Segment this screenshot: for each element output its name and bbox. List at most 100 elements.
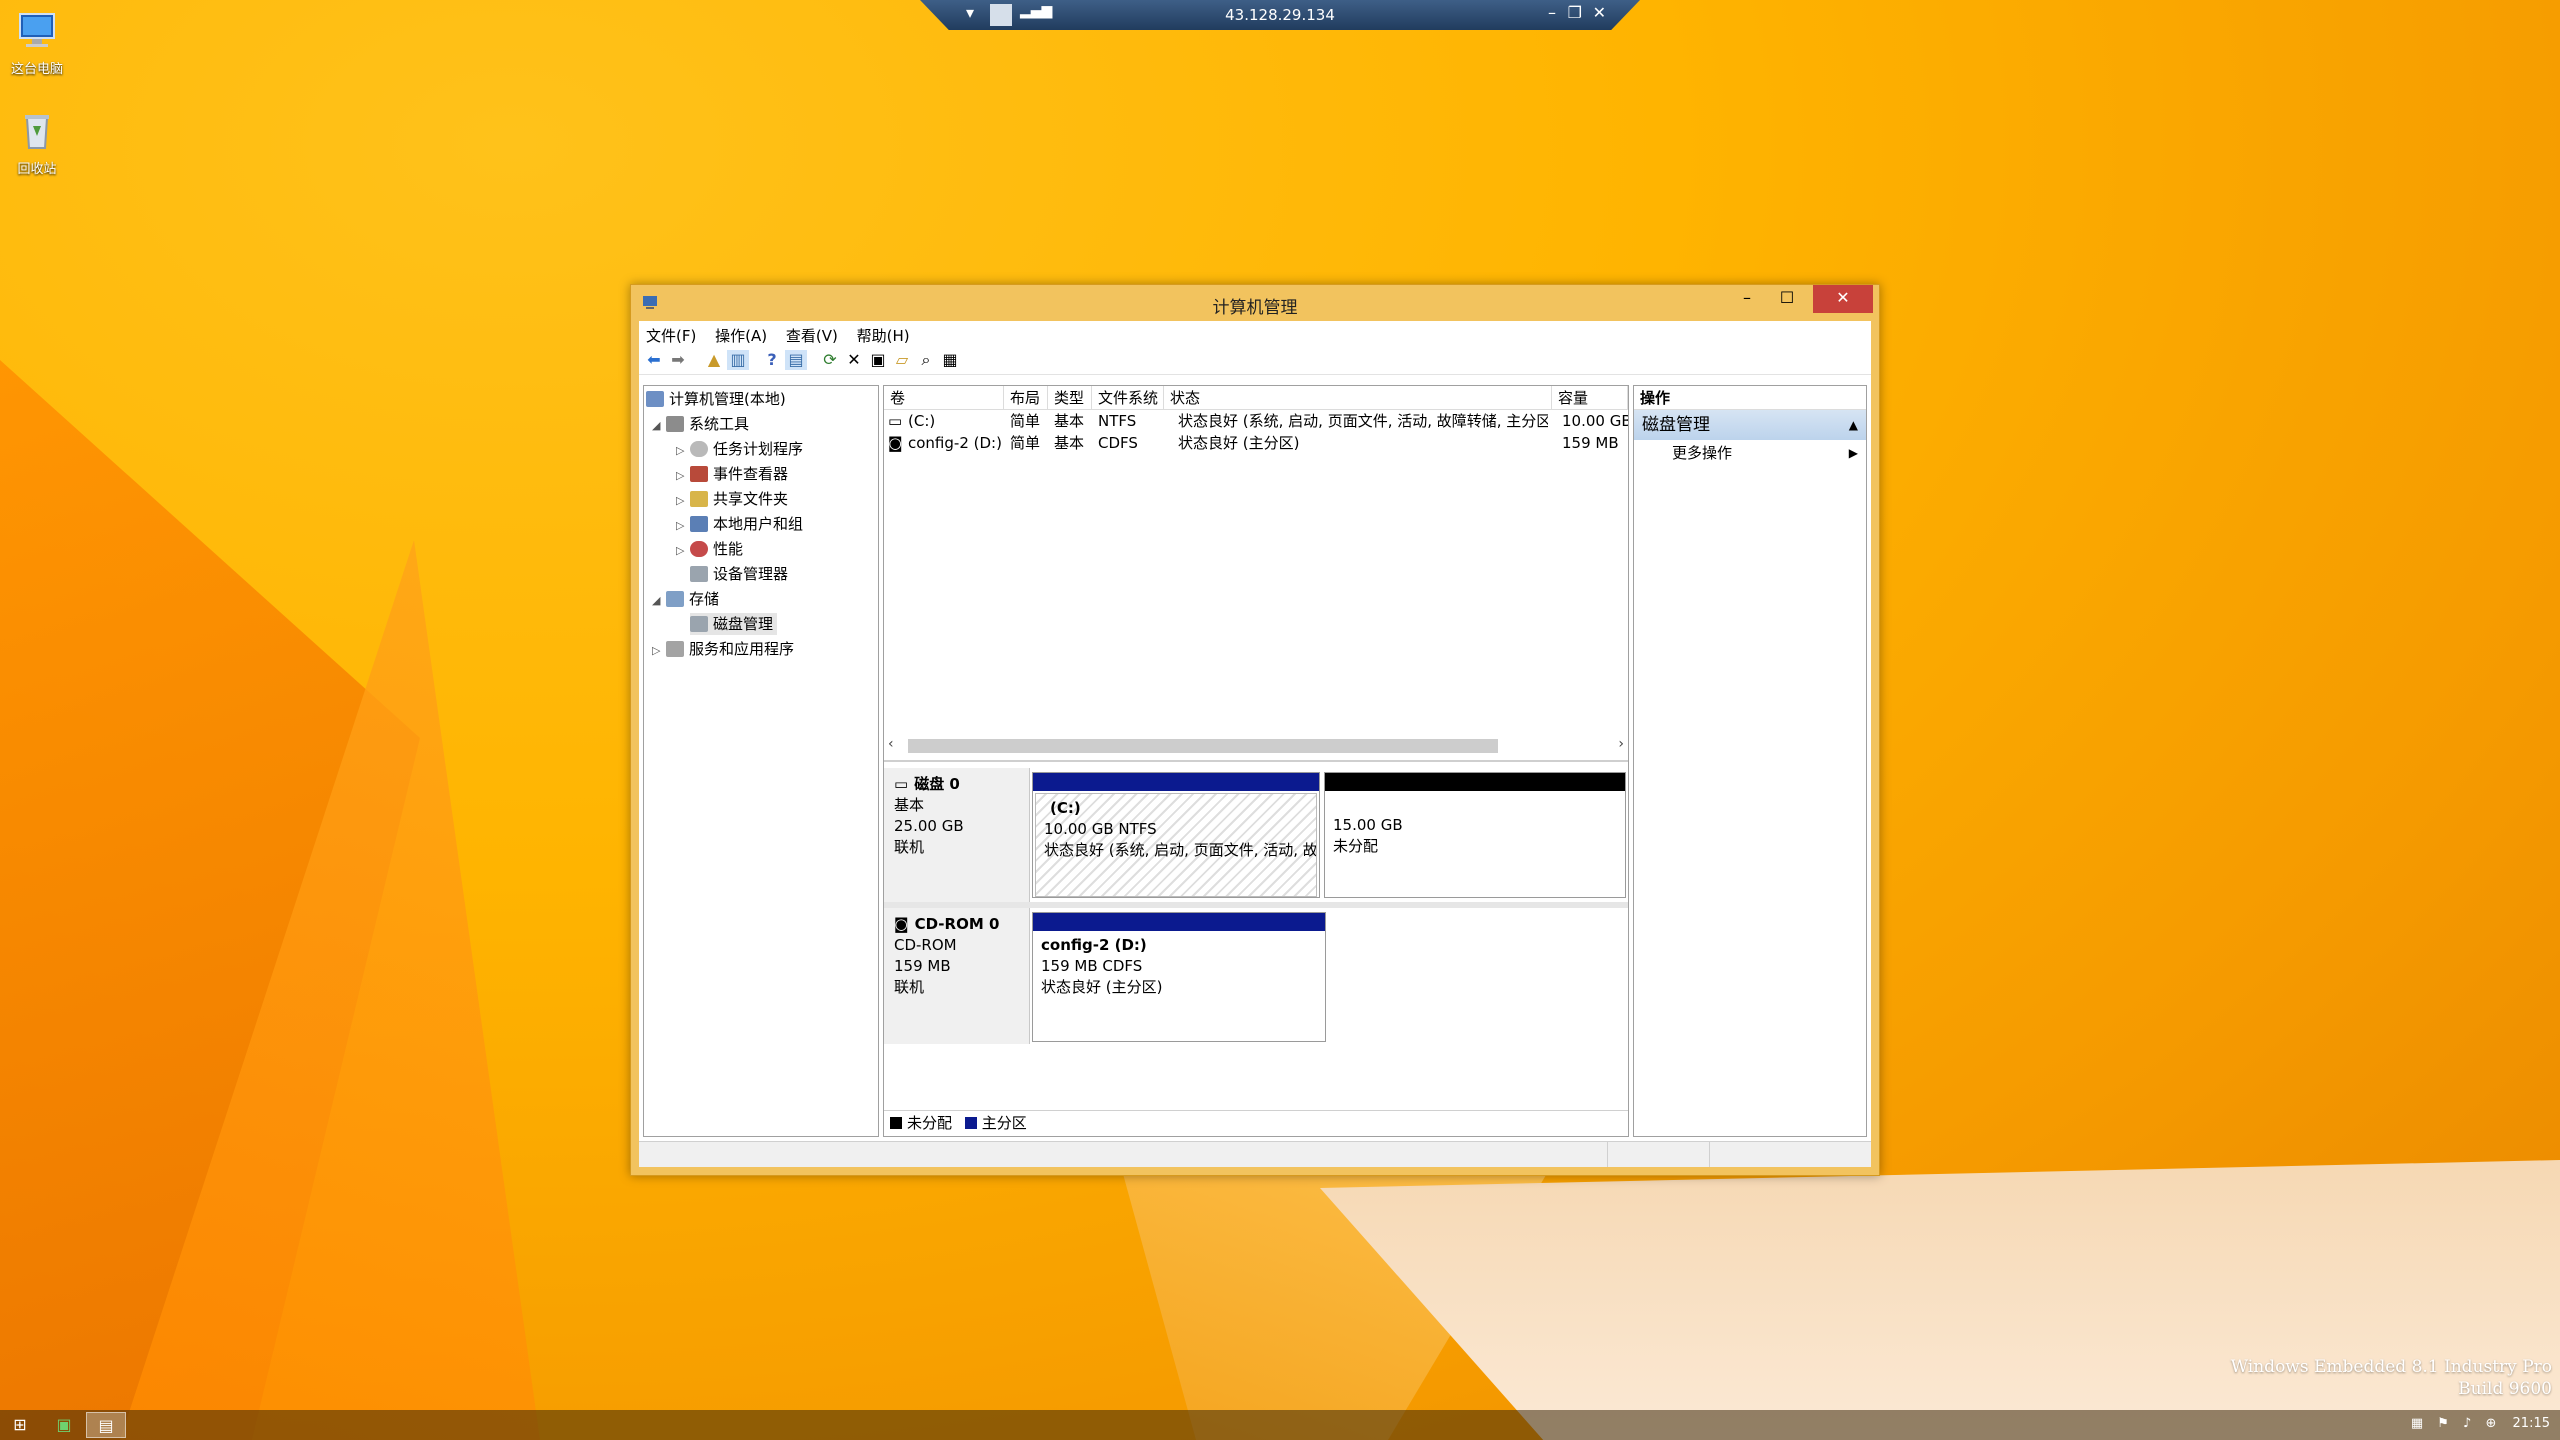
drive-icon: ▭	[888, 412, 903, 430]
minimize-icon: –	[1743, 288, 1751, 307]
volume-layout: 简单	[1010, 412, 1041, 430]
back-icon[interactable]: ⬅	[643, 350, 665, 370]
disk-name: 磁盘 0	[914, 775, 960, 793]
services-icon	[666, 641, 684, 657]
window-title: 计算机管理	[1212, 298, 1298, 318]
settings-icon[interactable]: ▦	[939, 350, 961, 370]
tree-item-event-viewer[interactable]: ▷ 事件查看器	[676, 463, 788, 485]
show-action-pane-icon[interactable]: ▤	[785, 350, 807, 370]
tree-item-performance[interactable]: ▷ 性能	[676, 538, 743, 560]
clock[interactable]: 21:15	[2513, 1416, 2550, 1431]
collapsed-icon[interactable]: ▷	[676, 515, 690, 537]
collapse-icon[interactable]: ▲	[1849, 410, 1858, 440]
desktop-icon-recycle-bin[interactable]: 回收站	[2, 108, 72, 177]
partition-size: 159 MB CDFS	[1041, 957, 1143, 975]
disk-label-cdrom0[interactable]: ◙ CD-ROM 0 CD-ROM 159 MB 联机	[884, 908, 1030, 1044]
collapsed-icon[interactable]: ▷	[652, 640, 666, 662]
performance-icon	[690, 541, 708, 557]
menu-help[interactable]: 帮助(H)	[850, 321, 917, 346]
pane-splitter[interactable]	[884, 760, 1628, 762]
tree-item-storage[interactable]: ◢ 存储	[652, 588, 719, 610]
title-bar[interactable]: 计算机管理 – ☐ ✕	[631, 285, 1879, 321]
collapsed-icon[interactable]: ▷	[676, 465, 690, 487]
collapsed-icon[interactable]: ▷	[676, 490, 690, 512]
disk-type: CD-ROM	[894, 936, 957, 954]
scroll-right-icon[interactable]: ›	[1618, 736, 1624, 752]
menu-file[interactable]: 文件(F)	[639, 321, 703, 346]
show-hide-tree-icon[interactable]: ▥	[727, 350, 749, 370]
wallpaper-shape	[120, 540, 540, 1440]
tree-item-services-apps[interactable]: ▷ 服务和应用程序	[652, 638, 794, 660]
tree-item-local-users[interactable]: ▷ 本地用户和组	[676, 513, 803, 535]
up-folder-icon[interactable]: ▲	[703, 350, 725, 370]
expanded-icon[interactable]: ◢	[652, 415, 666, 437]
minimize-button[interactable]: –	[1725, 285, 1769, 313]
watermark-build: Build 9600	[2458, 1379, 2552, 1399]
close-button[interactable]: ✕	[1813, 285, 1873, 313]
collapsed-icon[interactable]: ▷	[676, 540, 690, 562]
minimize-icon[interactable]: –	[1548, 3, 1556, 22]
scroll-left-icon[interactable]: ‹	[888, 736, 894, 752]
partition-d[interactable]: config-2 (D:) 159 MB CDFS 状态良好 (主分区)	[1032, 912, 1326, 1042]
column-header-capacity[interactable]: 容量	[1552, 386, 1628, 410]
disk-name: CD-ROM 0	[914, 915, 1000, 933]
disk-label-disk0[interactable]: ▭ 磁盘 0 基本 25.00 GB 联机	[884, 768, 1030, 902]
properties-icon[interactable]: ▣	[867, 350, 889, 370]
scroll-thumb[interactable]	[908, 739, 1498, 753]
actions-group-disk-management[interactable]: 磁盘管理 ▲	[1634, 410, 1866, 440]
legend: 未分配 主分区	[884, 1110, 1628, 1136]
disk-management-icon	[690, 616, 708, 632]
open-icon[interactable]: ▱	[891, 350, 913, 370]
more-actions-item[interactable]: 更多操作 ▶	[1634, 440, 1866, 466]
tree-label: 计算机管理(本地)	[669, 390, 786, 408]
help-icon[interactable]: ?	[761, 350, 783, 370]
rdp-title: 43.128.29.134	[1225, 6, 1335, 24]
restore-icon[interactable]: ❐	[1568, 3, 1582, 22]
column-header-type[interactable]: 类型	[1048, 386, 1092, 410]
tree-item-system-tools[interactable]: ◢ 系统工具	[652, 413, 749, 435]
forward-icon[interactable]: ➡	[667, 350, 689, 370]
delete-icon[interactable]: ✕	[843, 350, 865, 370]
tools-icon	[666, 416, 684, 432]
windows-watermark: Windows Embedded 8.1 Industry Pro Build …	[2231, 1356, 2552, 1400]
language-icon[interactable]: ⊕	[2485, 1416, 2496, 1431]
more-actions-label: 更多操作	[1672, 444, 1733, 462]
desktop-icon-this-pc[interactable]: 这台电脑	[2, 8, 72, 77]
disk-size: 25.00 GB	[894, 817, 964, 835]
column-header-layout[interactable]: 布局	[1004, 386, 1048, 410]
collapsed-icon[interactable]: ▷	[676, 440, 690, 462]
volume-icon[interactable]: ♪	[2463, 1416, 2471, 1431]
maximize-button[interactable]: ☐	[1765, 285, 1809, 313]
column-header-status[interactable]: 状态	[1164, 386, 1552, 410]
server-manager-icon: ▣	[56, 1415, 72, 1434]
horizontal-scrollbar[interactable]: ‹ ›	[888, 736, 1624, 754]
network-icon[interactable]: ▦	[2411, 1416, 2423, 1431]
expanded-icon[interactable]: ◢	[652, 590, 666, 612]
tree-item-task-scheduler[interactable]: ▷ 任务计划程序	[676, 438, 803, 460]
menu-view[interactable]: 查看(V)	[779, 321, 845, 346]
computer-icon	[19, 13, 55, 47]
search-icon[interactable]: ⌕	[915, 350, 937, 370]
close-icon[interactable]: ✕	[1593, 3, 1606, 22]
tree-label: 本地用户和组	[713, 515, 804, 533]
taskbar-app-server-manager[interactable]: ▣	[44, 1412, 84, 1438]
volume-capacity: 159 MB	[1562, 434, 1619, 452]
submenu-arrow-icon: ▶	[1848, 446, 1858, 460]
tree-item-disk-management[interactable]: 磁盘管理	[690, 613, 778, 635]
tree-item-root[interactable]: 计算机管理(本地)	[646, 388, 786, 410]
device-manager-icon	[690, 566, 708, 582]
partition-unallocated[interactable]: 15.00 GB 未分配	[1324, 772, 1626, 898]
tree-item-shared-folders[interactable]: ▷ 共享文件夹	[676, 488, 788, 510]
tree-item-device-manager[interactable]: 设备管理器	[690, 563, 788, 585]
start-button[interactable]: ⊞	[0, 1412, 40, 1438]
partition-c[interactable]: (C:) 10.00 GB NTFS 状态良好 (系统, 启动, 页面文件, 活…	[1032, 772, 1320, 898]
volume-layout: 简单	[1010, 434, 1041, 452]
taskbar-app-computer-management[interactable]: ▤	[86, 1412, 126, 1438]
menu-action[interactable]: 操作(A)	[708, 321, 774, 346]
volume-capacity: 10.00 GB	[1562, 412, 1628, 430]
column-header-filesystem[interactable]: 文件系统	[1092, 386, 1164, 410]
column-header-volume[interactable]: 卷	[884, 386, 1004, 410]
refresh-icon[interactable]: ⟳	[819, 350, 841, 370]
action-center-icon[interactable]: ⚑	[2437, 1416, 2449, 1431]
shared-folder-icon	[690, 491, 708, 507]
